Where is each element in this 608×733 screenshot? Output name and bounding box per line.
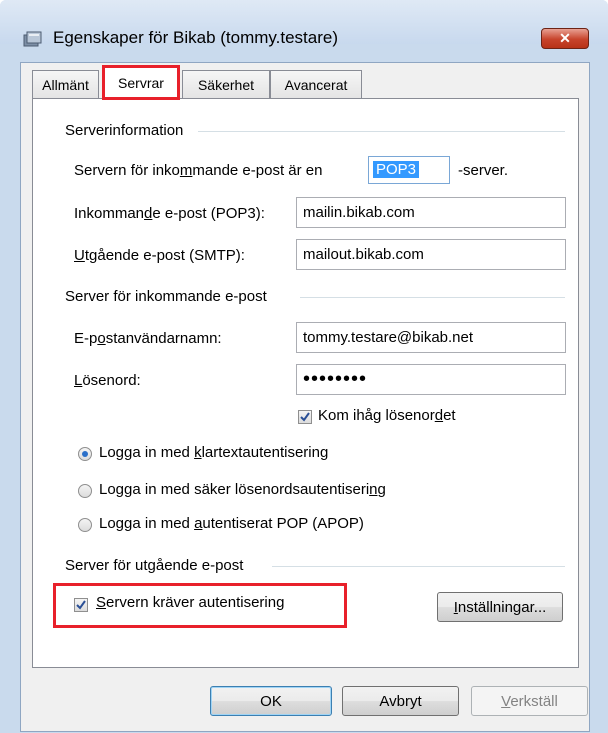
incoming-type-value: POP3: [373, 161, 420, 178]
tab-avancerat[interactable]: Avancerat: [270, 70, 362, 98]
checkmark-icon: [76, 600, 86, 610]
radio-secure-password-label: Logga in med säker lösenordsautentiserin…: [99, 481, 386, 498]
requires-auth-label: Servern kräver autentisering: [96, 594, 285, 611]
remember-password-checkbox[interactable]: [298, 410, 312, 424]
incoming-type-prefix: Servern för inkommande e-post är en: [74, 162, 323, 179]
incoming-server-label: Inkommande e-post (POP3):: [74, 205, 265, 222]
cancel-button[interactable]: Avbryt: [342, 686, 459, 716]
tab-allmant[interactable]: Allmänt: [32, 70, 99, 98]
group-divider: [272, 566, 565, 567]
apply-button-label: Verkställ: [501, 692, 558, 710]
radio-cleartext-auth[interactable]: [78, 447, 92, 461]
title-bar[interactable]: Egenskaper för Bikab (tommy.testare) ✕: [0, 0, 608, 49]
radio-apop-label: Logga in med autentiserat POP (APOP): [99, 515, 364, 532]
dialog-window: Egenskaper för Bikab (tommy.testare) ✕ A…: [0, 0, 608, 733]
group-divider: [300, 297, 565, 298]
username-input[interactable]: [296, 322, 566, 353]
close-icon: ✕: [559, 30, 571, 46]
password-label: Lösenord:: [74, 372, 141, 389]
incoming-type-field[interactable]: POP3: [368, 156, 450, 184]
group-label-incoming-server: Server för inkommande e-post: [65, 288, 277, 305]
apply-button[interactable]: Verkställ: [471, 686, 588, 716]
settings-button[interactable]: Inställningar...: [437, 592, 563, 622]
radio-secure-password-auth[interactable]: [78, 484, 92, 498]
group-divider: [198, 131, 565, 132]
radio-apop-auth[interactable]: [78, 518, 92, 532]
ok-button[interactable]: OK: [210, 686, 332, 716]
settings-button-label: Inställningar...: [453, 598, 547, 616]
outgoing-server-input[interactable]: [296, 239, 566, 270]
tab-servrar[interactable]: Servrar: [102, 65, 180, 100]
outgoing-server-label: Utgående e-post (SMTP):: [74, 247, 245, 264]
group-label-serverinformation: Serverinformation: [65, 122, 194, 139]
window-title: Egenskaper för Bikab (tommy.testare): [53, 28, 339, 47]
incoming-type-suffix: -server.: [458, 162, 509, 179]
group-label-outgoing-server: Server för utgående e-post: [65, 557, 254, 574]
app-icon: [23, 31, 43, 47]
remember-password-label: Kom ihåg lösenordet: [318, 407, 456, 424]
incoming-server-input[interactable]: [296, 197, 566, 228]
radio-cleartext-label: Logga in med klartextautentisering: [99, 444, 329, 461]
requires-auth-checkbox[interactable]: [74, 598, 88, 612]
password-input[interactable]: [296, 364, 566, 395]
close-button[interactable]: ✕: [541, 28, 589, 49]
username-label: E-postanvändarnamn:: [74, 330, 222, 347]
tab-sakerhet[interactable]: Säkerhet: [182, 70, 270, 98]
checkmark-icon: [300, 412, 310, 422]
